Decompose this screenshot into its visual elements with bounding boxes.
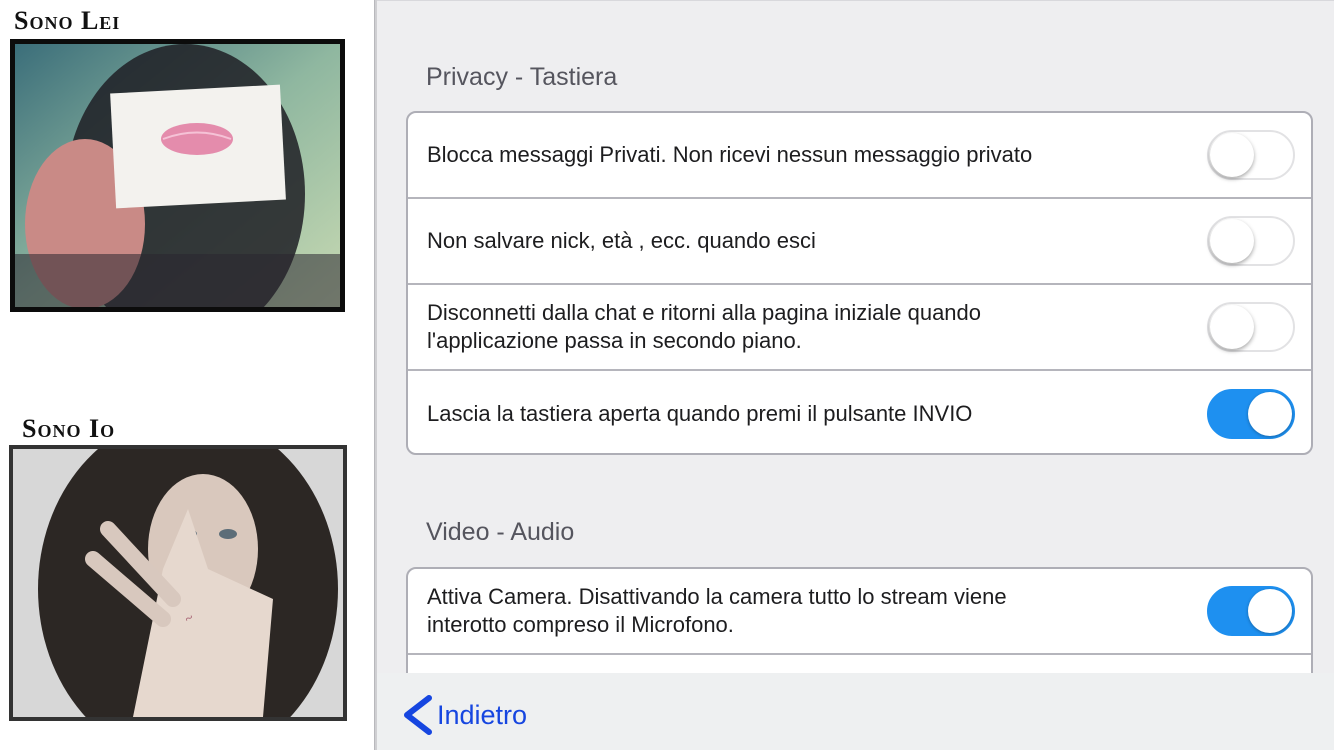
- setting-label: Blocca messaggi Privati. Non ricevi ness…: [427, 142, 1033, 167]
- video-column: Sono Lei Sono Io ~: [0, 0, 374, 750]
- section-title-video-audio: Video - Audio: [426, 518, 575, 546]
- setting-label: Lascia la tastiera aperta quando premi i…: [427, 401, 973, 426]
- self-video-image: ~: [13, 449, 343, 717]
- setting-row-keep-keyboard: Lascia la tastiera aperta quando premi i…: [408, 371, 1311, 453]
- partner-video-image: [15, 44, 340, 307]
- self-video-feed: ~: [9, 445, 347, 721]
- settings-panel[interactable]: Privacy - Tastiera Blocca messaggi Priva…: [377, 0, 1334, 673]
- block-private-toggle[interactable]: [1207, 130, 1295, 180]
- settings-group-privacy: Blocca messaggi Privati. Non ricevi ness…: [406, 111, 1313, 455]
- toggle-knob: [1210, 305, 1254, 349]
- camera-toggle[interactable]: [1207, 586, 1295, 636]
- toggle-knob: [1248, 392, 1292, 436]
- back-button[interactable]: Indietro: [399, 695, 527, 735]
- setting-row-block-private: Blocca messaggi Privati. Non ricevi ness…: [408, 113, 1311, 199]
- setting-label: Disconnetti dalla chat e ritorni alla pa…: [427, 300, 982, 353]
- setting-row-disconnect-background: Disconnetti dalla chat e ritorni alla pa…: [408, 285, 1311, 371]
- setting-row-no-save-nick: Non salvare nick, età , ecc. quando esci: [408, 199, 1311, 285]
- toggle-knob: [1210, 133, 1254, 177]
- partner-video-label: Sono Lei: [14, 6, 121, 35]
- setting-row-partial: [408, 655, 1311, 673]
- bottom-bar: Indietro: [377, 673, 1334, 750]
- toggle-knob: [1210, 219, 1254, 263]
- keep-keyboard-toggle[interactable]: [1207, 389, 1295, 439]
- disconnect-background-toggle[interactable]: [1207, 302, 1295, 352]
- no-save-nick-toggle[interactable]: [1207, 216, 1295, 266]
- toggle-knob: [1248, 589, 1292, 633]
- setting-row-camera: Attiva Camera. Disattivando la camera tu…: [408, 569, 1311, 655]
- setting-label: Attiva Camera. Disattivando la camera tu…: [427, 584, 1007, 637]
- self-video-label: Sono Io: [22, 414, 116, 443]
- setting-label: Non salvare nick, età , ecc. quando esci: [427, 228, 816, 253]
- partner-video-feed: [10, 39, 345, 312]
- section-title-privacy: Privacy - Tastiera: [426, 63, 618, 91]
- settings-group-video-audio: Attiva Camera. Disattivando la camera tu…: [406, 567, 1313, 673]
- back-label: Indietro: [437, 699, 528, 730]
- chevron-left-icon: [404, 695, 432, 735]
